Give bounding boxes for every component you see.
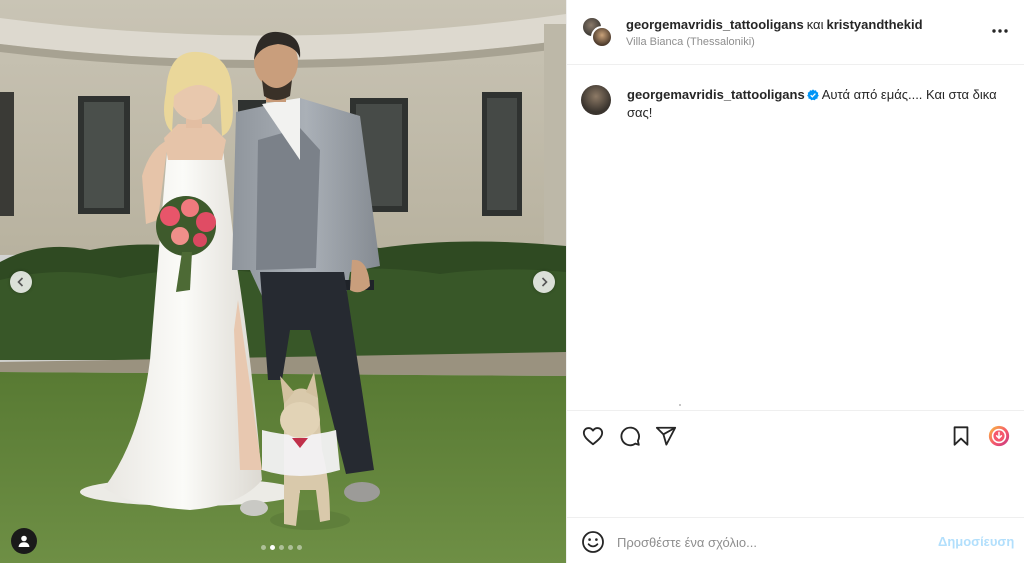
comment-button[interactable] [618, 424, 642, 448]
comment-composer: Δημοσίευση [567, 517, 1024, 563]
action-bar [567, 410, 1024, 460]
caption-username[interactable]: georgemavridis_tattooligans [627, 87, 805, 102]
location-link[interactable]: Villa Bianca (Thessaloniki) [626, 36, 755, 48]
post-side-panel: georgemavridis_tattooligans και kristyandt… [566, 0, 1024, 563]
like-button[interactable] [581, 424, 605, 448]
post-authors: georgemavridis_tattooligans και kristyandt… [626, 17, 923, 32]
carousel-dot [261, 545, 266, 550]
heart-icon [582, 427, 604, 446]
tagged-users-button[interactable] [11, 528, 37, 554]
save-button[interactable] [949, 424, 973, 448]
verified-badge-icon [806, 89, 819, 101]
carousel-dot-active [270, 545, 275, 550]
post-comment-button[interactable]: Δημοσίευση [938, 534, 1014, 549]
carousel-indicator [261, 545, 302, 550]
bookmark-icon [953, 426, 969, 446]
emoji-icon [582, 531, 604, 553]
user-icon [18, 535, 30, 547]
author-username[interactable]: georgemavridis_tattooligans [626, 17, 804, 32]
previous-photo-button[interactable] [10, 271, 32, 293]
emoji-button[interactable] [581, 530, 605, 554]
extension-icon [988, 425, 1010, 447]
carousel-dot [279, 545, 284, 550]
more-options-button[interactable] [990, 23, 1010, 39]
more-horizontal-icon [992, 29, 1008, 33]
caption: georgemavridis_tattooligans Αυτά από εμάς… [627, 86, 997, 122]
comment-input[interactable] [617, 532, 917, 552]
avatar[interactable] [581, 85, 611, 115]
share-icon [655, 426, 677, 446]
chevron-left-icon [17, 277, 24, 287]
download-extension-button[interactable] [986, 423, 1012, 449]
post-photo[interactable] [0, 0, 566, 563]
chevron-right-icon [541, 277, 548, 287]
coauthor-username[interactable]: kristyandthekid [826, 17, 922, 32]
caption-area: georgemavridis_tattooligans Αυτά από εμάς… [567, 66, 1024, 410]
collab-avatars[interactable] [581, 16, 613, 48]
divider [679, 404, 681, 406]
next-photo-button[interactable] [533, 271, 555, 293]
author-conjunction: και [806, 17, 824, 32]
share-button[interactable] [654, 424, 678, 448]
avatar [591, 26, 613, 48]
post-header: georgemavridis_tattooligans και kristyandt… [567, 0, 1024, 65]
carousel-dot [288, 545, 293, 550]
carousel-dot [297, 545, 302, 550]
wedding-photo [0, 0, 566, 563]
comment-icon [620, 426, 640, 447]
